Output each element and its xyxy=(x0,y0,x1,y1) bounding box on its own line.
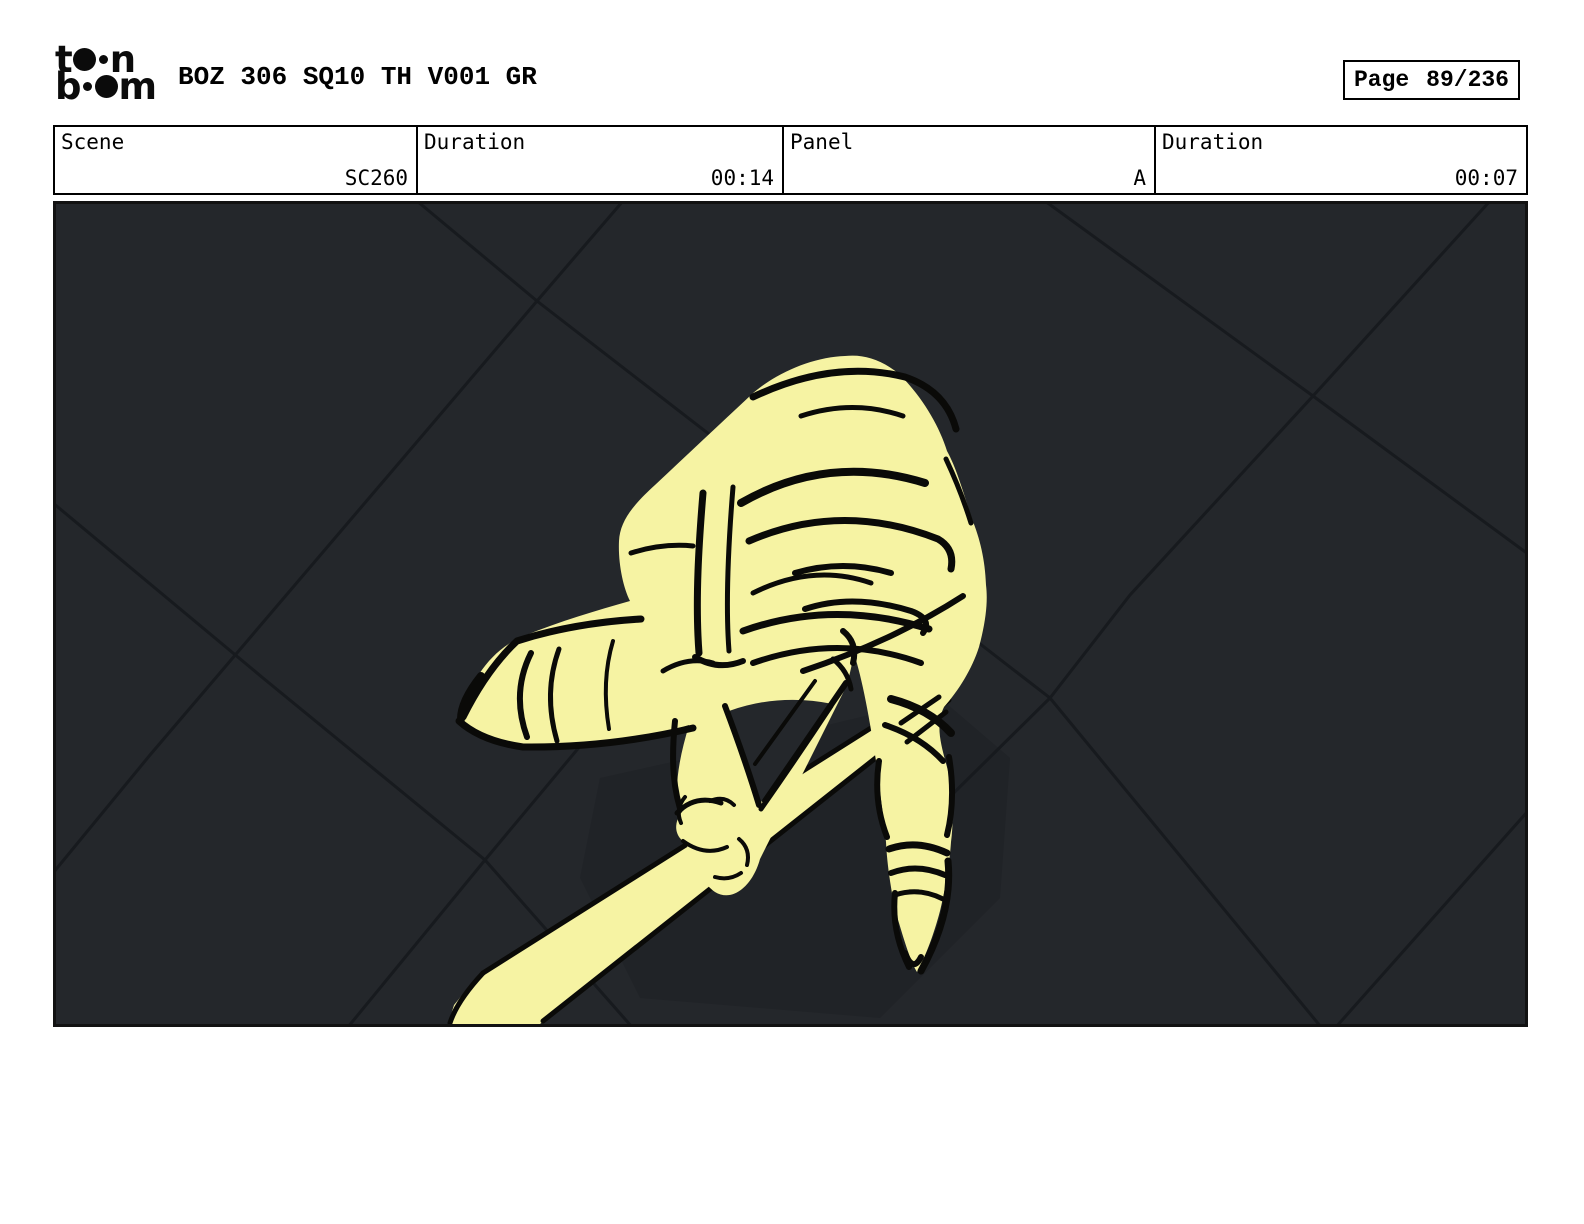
logo-letter: b xyxy=(55,64,81,108)
scene-label: Scene xyxy=(61,130,125,154)
storyboard-panel-drawing xyxy=(53,201,1528,1027)
page-header: t n b m BOZ 306 SQ10 TH V001 GR Page 89/… xyxy=(0,0,1584,125)
scene-value: SC260 xyxy=(344,166,409,190)
scene-cell: Scene SC260 xyxy=(55,127,416,193)
logo-dot-icon xyxy=(94,75,118,98)
page-label: Page xyxy=(1354,67,1410,93)
project-title: BOZ 306 SQ10 TH V001 GR xyxy=(178,62,537,92)
toonboom-logo: t n b m xyxy=(55,41,185,116)
storyboard-export-page: { "header": { "logo": { "chars": ["t", "… xyxy=(0,0,1584,1224)
storyboard-panel-image xyxy=(53,201,1528,1027)
page-number-box: Page 89/236 xyxy=(1343,60,1520,100)
panel-cell: Panel A xyxy=(782,127,1154,193)
page-value: 89/236 xyxy=(1426,67,1509,93)
panel-duration-cell: Duration 00:07 xyxy=(1154,127,1526,193)
duration-value: 00:14 xyxy=(710,166,775,190)
scene-duration-cell: Duration 00:14 xyxy=(416,127,782,193)
panel-label: Panel xyxy=(790,130,854,154)
logo-letter: m xyxy=(118,64,158,108)
duration-value-2: 00:07 xyxy=(1454,166,1518,190)
panel-info-table: Scene SC260 Duration 00:14 Panel A Durat… xyxy=(53,125,1528,195)
logo-dot-icon xyxy=(82,82,92,91)
logo-dot-icon xyxy=(98,55,108,64)
duration-label-2: Duration xyxy=(1162,130,1264,154)
logo-row-boom: b m xyxy=(55,64,185,108)
panel-value: A xyxy=(1133,166,1146,190)
duration-label: Duration xyxy=(424,130,526,154)
